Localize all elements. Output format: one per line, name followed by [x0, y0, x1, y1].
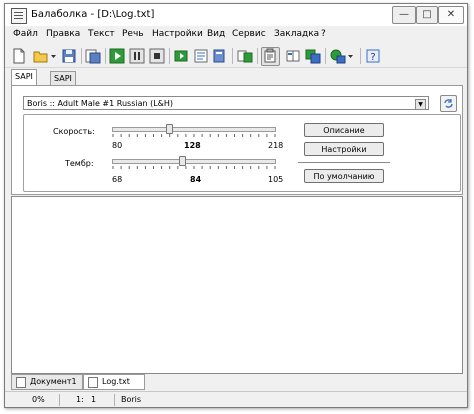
document-icon [16, 377, 26, 388]
pitch-label: Тембр: [65, 159, 94, 168]
rate-slider[interactable] [112, 127, 276, 132]
menu-edit[interactable]: Правка [46, 29, 80, 39]
toolbar-separator [169, 48, 170, 64]
menu-service[interactable]: Сервис [232, 29, 266, 39]
pitch-ticks [112, 166, 276, 169]
pitch-slider[interactable] [112, 159, 276, 164]
play-icon[interactable] [109, 48, 125, 64]
tab-log-txt-label: Log.txt [102, 377, 130, 386]
rate-min: 80 [112, 141, 123, 150]
document-icon [88, 377, 98, 388]
close-button[interactable]: ✕ [438, 6, 464, 24]
tab-sapi4[interactable]: SAPI 4 [11, 69, 37, 94]
refresh-icon [444, 99, 453, 108]
translate-icon[interactable] [305, 48, 321, 64]
button-divider [298, 162, 390, 163]
settings-icon[interactable] [193, 48, 209, 64]
chevron-down-icon[interactable]: ▼ [415, 99, 426, 110]
menu-help[interactable]: ? [321, 29, 326, 39]
dropdown-arrow-icon[interactable] [347, 48, 354, 64]
status-separator [114, 394, 115, 406]
clipboard-icon[interactable] [261, 47, 280, 66]
toolbar-separator [360, 48, 361, 64]
rate-ticks [112, 134, 276, 137]
toolbar-separator [105, 48, 106, 64]
rate-label: Скорость: [53, 127, 95, 136]
rate-slider-thumb[interactable] [165, 124, 173, 134]
menu-bar: Файл Правка Текст Речь Настройки Вид Сер… [5, 27, 467, 43]
menu-bookmark[interactable]: Закладка [274, 29, 319, 39]
status-progress: 0% [32, 395, 45, 404]
menu-view[interactable]: Вид [207, 29, 225, 39]
pitch-min: 68 [112, 175, 123, 184]
translate-icon[interactable] [330, 48, 346, 64]
rate-value: 128 [184, 141, 201, 150]
menu-file[interactable]: Файл [13, 29, 38, 39]
open-folder-icon[interactable] [33, 48, 49, 64]
toolbar-separator [257, 48, 258, 64]
document-tabs: Документ1 Log.txt [11, 374, 461, 390]
maximize-button[interactable]: □ [416, 6, 438, 24]
voice-panel: Boris :: Adult Male #1 Russian (L&H) ▼ С… [11, 85, 463, 195]
menu-speech[interactable]: Речь [122, 29, 144, 39]
save-as-icon[interactable] [85, 48, 101, 64]
stop-icon[interactable] [149, 48, 165, 64]
menu-text[interactable]: Текст [88, 29, 115, 39]
minimize-button[interactable]: — [392, 6, 416, 24]
book-icon[interactable] [285, 48, 301, 64]
clip-icon[interactable] [173, 48, 189, 64]
title-bar: Балаболка - [D:\Log.txt] — □ ✕ [5, 4, 467, 26]
pitch-max: 105 [268, 175, 284, 184]
menu-settings[interactable]: Настройки [152, 29, 203, 39]
svg-text:?: ? [370, 52, 375, 63]
rate-max: 218 [268, 141, 284, 150]
save-icon[interactable] [61, 48, 77, 64]
pitch-value: 84 [190, 175, 202, 184]
default-button[interactable]: По умолчанию [304, 169, 384, 183]
window-title: Балаболка - [D:\Log.txt] [31, 9, 155, 20]
dropdown-arrow-icon[interactable] [50, 48, 57, 64]
file-convert-icon[interactable] [237, 48, 253, 64]
settings-button[interactable]: Настройки [304, 142, 384, 156]
tab-document1-label: Документ1 [30, 377, 77, 386]
status-line: 1: [76, 395, 84, 404]
toolbar-separator [325, 48, 326, 64]
status-voice: Boris [121, 395, 142, 404]
tab-sapi5[interactable]: SAPI 5 [50, 71, 76, 96]
app-window: Балаболка - [D:\Log.txt] — □ ✕ Файл Прав… [4, 3, 468, 408]
help-icon[interactable]: ? [365, 48, 381, 64]
status-bar: 0% 1: 1 Boris [5, 391, 467, 408]
description-button[interactable]: Описание [304, 123, 384, 137]
status-separator [59, 394, 60, 406]
toolbar-separator [81, 48, 82, 64]
status-column: 1 [91, 395, 97, 404]
pitch-slider-thumb[interactable] [178, 156, 186, 166]
new-file-icon[interactable] [11, 48, 27, 64]
tab-document1[interactable]: Документ1 [11, 374, 83, 390]
tab-log-txt[interactable]: Log.txt [83, 374, 145, 390]
toolbar-separator [232, 48, 233, 64]
refresh-button[interactable] [440, 95, 457, 112]
voice-select[interactable]: Boris :: Adult Male #1 Russian (L&H) ▼ [23, 96, 429, 110]
book-icon[interactable] [211, 48, 227, 64]
voice-select-value: Boris :: Adult Male #1 Russian (L&H) [27, 99, 174, 108]
voice-params-group: Скорость: 80 128 218 Тембр: 68 84 105 Оп… [23, 114, 461, 192]
text-editor[interactable] [11, 196, 463, 374]
pause-icon[interactable] [129, 48, 145, 64]
app-icon [11, 8, 27, 24]
toolbar: ? [5, 45, 467, 68]
